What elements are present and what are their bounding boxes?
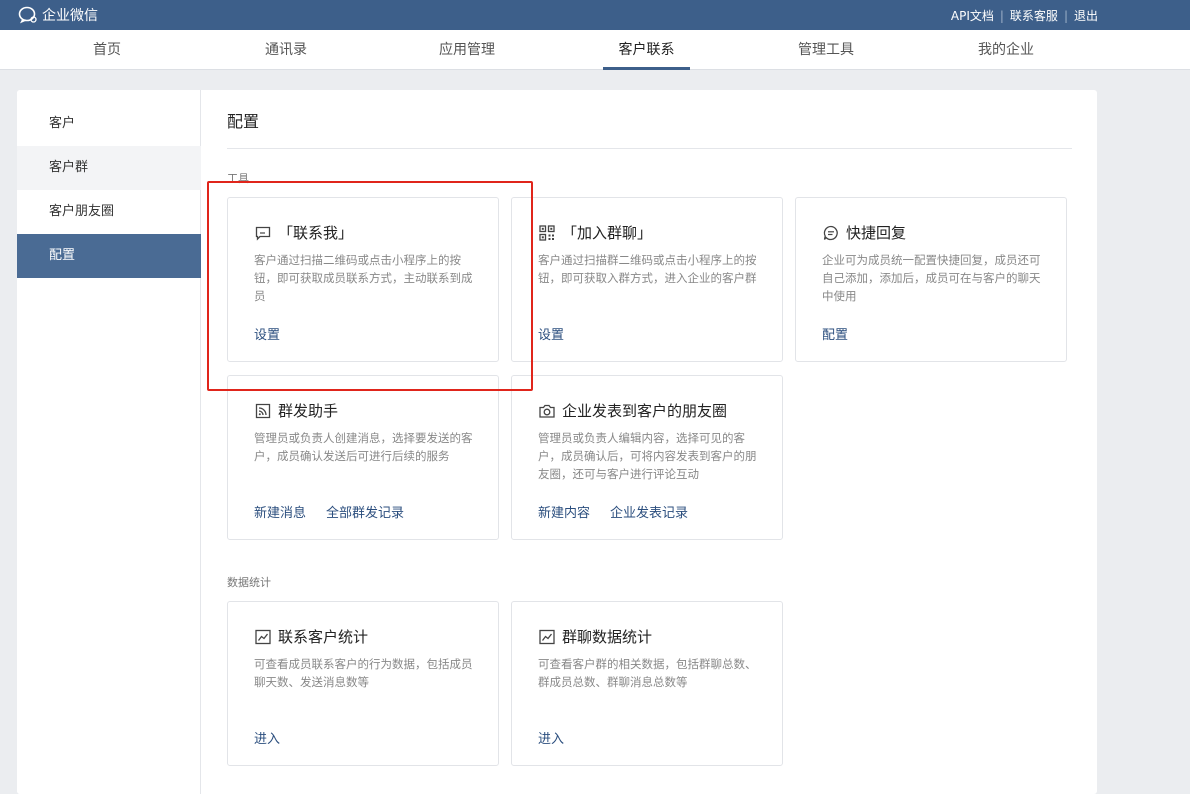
card-broadcast-assistant: 群发助手 管理员或负责人创建消息，选择要发送的客户，成员确认发送后可进行后续的服… (227, 375, 499, 540)
join-group-settings-link[interactable]: 设置 (538, 324, 564, 343)
top-bar: 企业微信 API文档 | 联系客服 | 退出 (0, 0, 1190, 30)
line-chart-icon (539, 629, 555, 644)
section-label-tools: 工具 (227, 172, 249, 185)
card-quick-reply: 快捷回复 企业可为成员统一配置快捷回复，成员还可自己添加，添加后，成员可在与客户… (795, 197, 1067, 362)
page-title: 配置 (227, 112, 260, 131)
card-header: 「加入群聊」 (538, 222, 652, 243)
divider: | (1063, 8, 1068, 23)
tab-customer-contact[interactable]: 客户联系 (603, 30, 690, 70)
tab-app-management[interactable]: 应用管理 (424, 30, 510, 70)
card-actions: 设置 (538, 324, 564, 343)
divider: | (999, 8, 1004, 23)
card-header: 联系客户统计 (254, 626, 368, 647)
logout-link[interactable]: 退出 (1074, 7, 1098, 24)
main-nav: 首页 通讯录 应用管理 客户联系 管理工具 我的企业 (0, 30, 1190, 70)
new-content-link[interactable]: 新建内容 (538, 502, 590, 521)
logo[interactable]: 企业微信 (18, 5, 98, 25)
sidebar-item-customers[interactable]: 客户 (17, 102, 201, 146)
contact-me-settings-link[interactable]: 设置 (254, 324, 280, 343)
enterprise-post-records-link[interactable]: 企业发表记录 (610, 502, 688, 521)
card-header: 快捷回复 (822, 222, 906, 243)
sidebar-item-moments[interactable]: 客户朋友圈 (17, 190, 201, 234)
card-header: 企业发表到客户的朋友圈 (538, 400, 727, 421)
card-description: 客户通过扫描群二维码或点击小程序上的按钮，即可获取入群方式，进入企业的客户群 (538, 253, 757, 285)
card-actions: 设置 (254, 324, 280, 343)
card-actions: 配置 (822, 324, 848, 343)
top-links: API文档 | 联系客服 | 退出 (951, 7, 1098, 24)
card-actions: 进入 (538, 728, 564, 747)
wecom-logo-icon (18, 6, 37, 24)
card-title: 群聊数据统计 (562, 628, 653, 646)
card-description: 可查看成员联系客户的行为数据，包括成员聊天数、发送消息数等 (254, 657, 473, 689)
card-group-chat-stats: 群聊数据统计 可查看客户群的相关数据，包括群聊总数、群成员总数、群聊消息总数等 … (511, 601, 783, 766)
card-description: 企业可为成员统一配置快捷回复，成员还可自己添加，添加后，成员可在与客户的聊天中使… (822, 253, 1041, 303)
tab-contacts[interactable]: 通讯录 (246, 30, 326, 70)
card-customer-contact-stats: 联系客户统计 可查看成员联系客户的行为数据，包括成员聊天数、发送消息数等 进入 (227, 601, 499, 766)
line-chart-icon (255, 629, 271, 644)
all-broadcast-records-link[interactable]: 全部群发记录 (326, 502, 404, 521)
card-title: 联系客户统计 (278, 628, 369, 646)
card-header: 群发助手 (254, 400, 338, 421)
tab-my-enterprise[interactable]: 我的企业 (963, 30, 1049, 70)
quick-reply-icon (823, 225, 838, 240)
camera-icon (539, 404, 555, 418)
card-title: 群发助手 (278, 402, 339, 420)
card-header: 群聊数据统计 (538, 626, 652, 647)
qr-code-icon (539, 224, 555, 241)
new-message-link[interactable]: 新建消息 (254, 502, 306, 521)
card-description: 客户通过扫描二维码或点击小程序上的按钮，即可获取成员联系方式，主动联系到成员 (254, 253, 473, 303)
section-label-stats: 数据统计 (227, 576, 271, 589)
contact-support-link[interactable]: 联系客服 (1010, 7, 1058, 24)
card-description: 可查看客户群的相关数据，包括群聊总数、群成员总数、群聊消息总数等 (538, 657, 757, 689)
broadcast-icon (255, 403, 271, 418)
quick-reply-config-link[interactable]: 配置 (822, 324, 848, 343)
logo-text: 企业微信 (42, 8, 98, 24)
sidebar-item-config[interactable]: 配置 (17, 234, 201, 278)
message-square-icon (255, 226, 271, 241)
main-panel: 客户 客户群 客户朋友圈 配置 配置 工具 「联系我」 客户通过扫描二维码或点击… (17, 90, 1097, 794)
card-title: 快捷回复 (846, 224, 907, 242)
card-header: 「联系我」 (254, 222, 353, 243)
card-enterprise-moments: 企业发表到客户的朋友圈 管理员或负责人编辑内容，选择可见的客户，成员确认后，可将… (511, 375, 783, 540)
api-docs-link[interactable]: API文档 (951, 7, 994, 24)
card-description: 管理员或负责人创建消息，选择要发送的客户，成员确认发送后可进行后续的服务 (254, 431, 473, 463)
title-divider (227, 148, 1072, 149)
enter-contact-stats-link[interactable]: 进入 (254, 728, 280, 747)
card-title: 企业发表到客户的朋友圈 (562, 402, 728, 420)
enter-group-stats-link[interactable]: 进入 (538, 728, 564, 747)
sidebar-item-customer-groups[interactable]: 客户群 (17, 146, 201, 190)
card-join-group: 「加入群聊」 客户通过扫描群二维码或点击小程序上的按钮，即可获取入群方式，进入企… (511, 197, 783, 362)
tab-management-tools[interactable]: 管理工具 (783, 30, 869, 70)
content-area: 配置 工具 「联系我」 客户通过扫描二维码或点击小程序上的按钮，即可获取成员联系… (201, 90, 1097, 794)
card-actions: 新建内容 企业发表记录 (538, 502, 688, 521)
tab-home[interactable]: 首页 (67, 30, 147, 70)
card-description: 管理员或负责人编辑内容，选择可见的客户，成员确认后，可将内容发表到客户的朋友圈，… (538, 431, 757, 481)
card-title: 「加入群聊」 (562, 224, 653, 242)
card-actions: 进入 (254, 728, 280, 747)
sidebar: 客户 客户群 客户朋友圈 配置 (17, 90, 201, 794)
card-actions: 新建消息 全部群发记录 (254, 502, 404, 521)
card-title: 「联系我」 (278, 224, 354, 242)
card-contact-me: 「联系我」 客户通过扫描二维码或点击小程序上的按钮，即可获取成员联系方式，主动联… (227, 197, 499, 362)
